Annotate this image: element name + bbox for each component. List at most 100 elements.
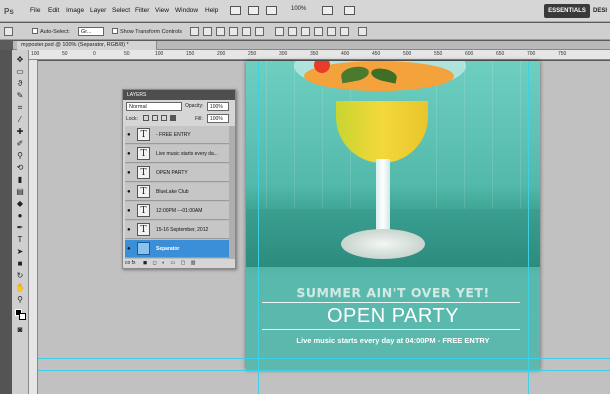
align-center-icon[interactable] <box>242 27 251 36</box>
hand-tool-icon[interactable]: ✋ <box>15 283 25 293</box>
distribute-middle-icon[interactable] <box>288 27 297 36</box>
visibility-eye-icon[interactable]: ● <box>127 227 131 233</box>
distribute-right-icon[interactable] <box>340 27 349 36</box>
opacity-input[interactable]: 100% <box>207 102 229 111</box>
layers-panel[interactable]: LAYERS Normal Opacity: 100% Lock: Fill: … <box>122 89 236 269</box>
healing-brush-icon[interactable]: ✚ <box>15 127 25 137</box>
guide-horizontal[interactable] <box>38 370 610 371</box>
layer-row[interactable]: ● T OPEN PARTY <box>125 164 229 182</box>
layer-row-selected[interactable]: ● Separator <box>125 240 229 258</box>
guide-vertical[interactable] <box>528 61 529 394</box>
dodge-tool-icon[interactable]: ● <box>15 211 25 221</box>
layer-row[interactable]: ● T 15-16 September, 2012 <box>125 221 229 239</box>
layer-row[interactable]: ● T BlueLake Club <box>125 183 229 201</box>
visibility-eye-icon[interactable]: ● <box>127 208 131 214</box>
group-icon[interactable]: ▭ <box>170 260 175 266</box>
minibridge-icon[interactable] <box>248 6 259 15</box>
align-middle-icon[interactable] <box>203 27 212 36</box>
layers-scrollbar[interactable] <box>229 126 235 259</box>
align-left-icon[interactable] <box>229 27 238 36</box>
move-tool-icon[interactable]: ✥ <box>15 55 25 65</box>
shape-tool-icon[interactable]: ■ <box>15 259 25 269</box>
layer-row[interactable]: ● T 12:00PM ---01:00AM <box>125 202 229 220</box>
visibility-eye-icon[interactable]: ● <box>127 151 131 157</box>
menu-view[interactable]: View <box>155 7 169 14</box>
zoom-select[interactable]: 100% <box>291 6 306 12</box>
align-bottom-icon[interactable] <box>216 27 225 36</box>
distribute-center-icon[interactable] <box>327 27 336 36</box>
bridge-icon[interactable] <box>230 6 241 15</box>
move-tool-icon[interactable] <box>4 27 13 36</box>
menu-filter[interactable]: Filter <box>135 7 149 14</box>
background-color-swatch[interactable] <box>19 313 26 320</box>
type-tool-icon[interactable]: T <box>15 235 25 245</box>
visibility-eye-icon[interactable]: ● <box>127 246 131 252</box>
quick-select-icon[interactable]: ✎ <box>15 91 25 101</box>
3d-rotate-icon[interactable]: ↻ <box>15 271 25 281</box>
poster-artwork[interactable]: SUMMER AIN'T OVER YET! OPEN PARTY Live m… <box>246 61 540 370</box>
adjustment-icon[interactable]: ◐ <box>162 260 165 266</box>
auto-align-icon[interactable] <box>358 27 367 36</box>
extras-icon[interactable] <box>344 6 355 15</box>
lock-all-icon[interactable] <box>170 115 176 121</box>
light-stripe <box>266 61 267 209</box>
show-transform-checkbox[interactable] <box>112 28 118 34</box>
path-select-icon[interactable]: ➤ <box>15 247 25 257</box>
lock-position-icon[interactable] <box>161 115 167 121</box>
menu-edit[interactable]: Edit <box>48 7 59 14</box>
screen-mode-icon[interactable] <box>322 6 333 15</box>
guide-vertical[interactable] <box>258 61 259 394</box>
quick-mask-icon[interactable]: ◙ <box>15 325 25 335</box>
mask-icon[interactable]: ◻ <box>153 260 157 266</box>
trash-icon[interactable]: ▥ <box>191 260 196 266</box>
text-layer-icon: T <box>137 185 150 198</box>
menu-window[interactable]: Window <box>175 7 198 14</box>
auto-select-dropdown[interactable]: Gr... <box>78 27 104 36</box>
layer-row[interactable]: ● T Live music starts every da... <box>125 145 229 163</box>
crop-tool-icon[interactable]: ⌗ <box>15 103 25 113</box>
lock-transparent-icon[interactable] <box>143 115 149 121</box>
menu-image[interactable]: Image <box>66 7 84 14</box>
glass-stem <box>376 159 390 239</box>
brush-tool-icon[interactable]: ✐ <box>15 139 25 149</box>
blend-mode-dropdown[interactable]: Normal <box>126 102 182 111</box>
layer-row[interactable]: ● T - FREE ENTRY <box>125 126 229 144</box>
lock-pixels-icon[interactable] <box>152 115 158 121</box>
light-stripe <box>464 61 465 209</box>
distribute-left-icon[interactable] <box>314 27 323 36</box>
visibility-eye-icon[interactable]: ● <box>127 170 131 176</box>
guide-horizontal[interactable] <box>38 358 610 359</box>
fill-label: Fill: <box>195 116 203 122</box>
visibility-eye-icon[interactable]: ● <box>127 189 131 195</box>
auto-select-checkbox[interactable] <box>32 28 38 34</box>
layer-style-icon[interactable]: ◼ <box>143 260 147 266</box>
align-right-icon[interactable] <box>255 27 264 36</box>
workspace-essentials-button[interactable]: ESSENTIALS <box>544 4 590 18</box>
menu-select[interactable]: Select <box>112 7 130 14</box>
layers-panel-title[interactable]: LAYERS <box>123 90 235 100</box>
align-top-icon[interactable] <box>190 27 199 36</box>
new-layer-icon[interactable]: ▢ <box>181 260 186 266</box>
menu-layer[interactable]: Layer <box>90 7 106 14</box>
lasso-tool-icon[interactable]: ϑ <box>15 79 25 89</box>
blur-tool-icon[interactable]: ◆ <box>15 199 25 209</box>
eyedropper-icon[interactable]: ⁄ <box>15 115 25 125</box>
menu-file[interactable]: File <box>30 7 40 14</box>
gradient-tool-icon[interactable]: ▤ <box>15 187 25 197</box>
clone-stamp-icon[interactable]: ⚲ <box>15 151 25 161</box>
zoom-tool-icon[interactable]: ⚲ <box>15 295 25 305</box>
layers-list[interactable]: ● T - FREE ENTRY ● T Live music starts e… <box>125 126 229 259</box>
pen-tool-icon[interactable]: ✒ <box>15 223 25 233</box>
eraser-tool-icon[interactable]: ▮ <box>15 175 25 185</box>
distribute-top-icon[interactable] <box>275 27 284 36</box>
visibility-eye-icon[interactable]: ● <box>127 132 131 138</box>
fill-input[interactable]: 100% <box>207 114 229 123</box>
menu-help[interactable]: Help <box>205 7 218 14</box>
ruler-tick: 500 <box>403 51 412 57</box>
workspace-design-button[interactable]: DESI <box>593 4 607 18</box>
document-tab[interactable]: myposter.psd @ 100% (Separator, RGB/8) * <box>17 41 157 50</box>
arrange-icon[interactable] <box>266 6 277 15</box>
distribute-bottom-icon[interactable] <box>301 27 310 36</box>
marquee-tool-icon[interactable]: ▭ <box>15 67 25 77</box>
history-brush-icon[interactable]: ⟲ <box>15 163 25 173</box>
